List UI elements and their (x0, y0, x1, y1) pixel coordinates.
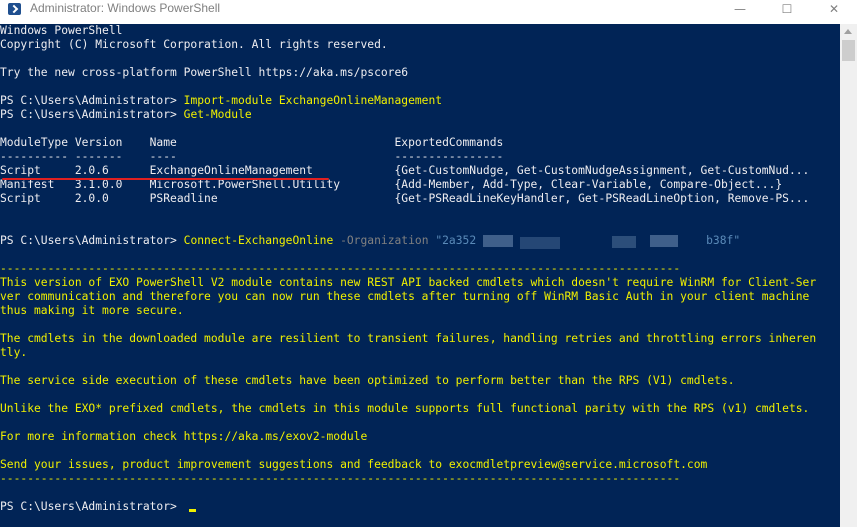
redaction-blur (612, 236, 636, 248)
table-separator: ---------- ------- ---- ---------------- (0, 150, 504, 163)
maximize-button[interactable]: ☐ (764, 0, 810, 18)
redaction-blur (650, 235, 678, 247)
close-button[interactable]: ✕ (811, 0, 857, 18)
table-header: ModuleType Version Name ExportedCommands (0, 136, 504, 149)
prompt: PS C:\Users\Administrator> (0, 94, 184, 107)
red-underline-annotation (2, 178, 329, 180)
window-title: Administrator: Windows PowerShell (30, 1, 221, 15)
connect-command: Connect-ExchangeOnline (183, 234, 334, 247)
table-row: Script 2.0.6 ExchangeOnlineManagement {G… (0, 164, 810, 177)
text-cursor (189, 509, 196, 512)
table-row: Manifest 3.1.0.0 Microsoft.PowerShell.Ut… (0, 178, 783, 191)
final-prompt[interactable]: PS C:\Users\Administrator> (0, 500, 184, 514)
message-line: This version of EXO PowerShell V2 module… (0, 276, 817, 289)
organization-value-start: "2a352 (435, 234, 477, 247)
powershell-icon (8, 3, 21, 15)
message-line: The service side execution of these cmdl… (0, 374, 735, 387)
redaction-blur (520, 237, 560, 249)
message-rule-top: ----------------------------------------… (0, 262, 681, 275)
message-line: Unlike the EXO* prefixed cmdlets, the cm… (0, 402, 810, 415)
tip-line: Try the new cross-platform PowerShell ht… (0, 66, 409, 79)
scroll-up-arrow-icon[interactable] (844, 29, 852, 34)
message-line: tly. (0, 346, 28, 359)
organization-value-end: b38f" (706, 234, 741, 247)
scroll-thumb[interactable] (842, 40, 855, 61)
prompt: PS C:\Users\Administrator> (0, 108, 184, 121)
get-module-command: Get-Module (183, 108, 252, 121)
message-line: For more information check https://aka.m… (0, 430, 368, 443)
message-line: thus making it more secure. (0, 304, 184, 317)
message-line: Send your issues, product improvement su… (0, 458, 708, 471)
organization-parameter: -Organization (333, 234, 436, 247)
table-row: Script 2.0.0 PSReadline {Get-PSReadLineK… (0, 192, 810, 205)
redaction-blur (483, 235, 513, 247)
vertical-scrollbar[interactable] (840, 24, 857, 527)
banner-line: Windows PowerShell (0, 24, 123, 37)
title-bar: Administrator: Windows PowerShell — ☐ ✕ (0, 0, 857, 18)
minimize-button[interactable]: — (717, 0, 763, 18)
command-line-import: PS C:\Users\Administrator> Import-module… (0, 94, 442, 108)
import-command: Import-module ExchangeOnlineManagement (183, 94, 443, 107)
message-line: ver communication and therefore you can … (0, 290, 810, 303)
copyright-line: Copyright (C) Microsoft Corporation. All… (0, 38, 388, 51)
prompt: PS C:\Users\Administrator> (0, 234, 184, 247)
command-line-get-module: PS C:\Users\Administrator> Get-Module (0, 108, 252, 122)
message-line: The cmdlets in the downloaded module are… (0, 332, 817, 345)
message-rule-bottom: ----------------------------------------… (0, 472, 681, 485)
